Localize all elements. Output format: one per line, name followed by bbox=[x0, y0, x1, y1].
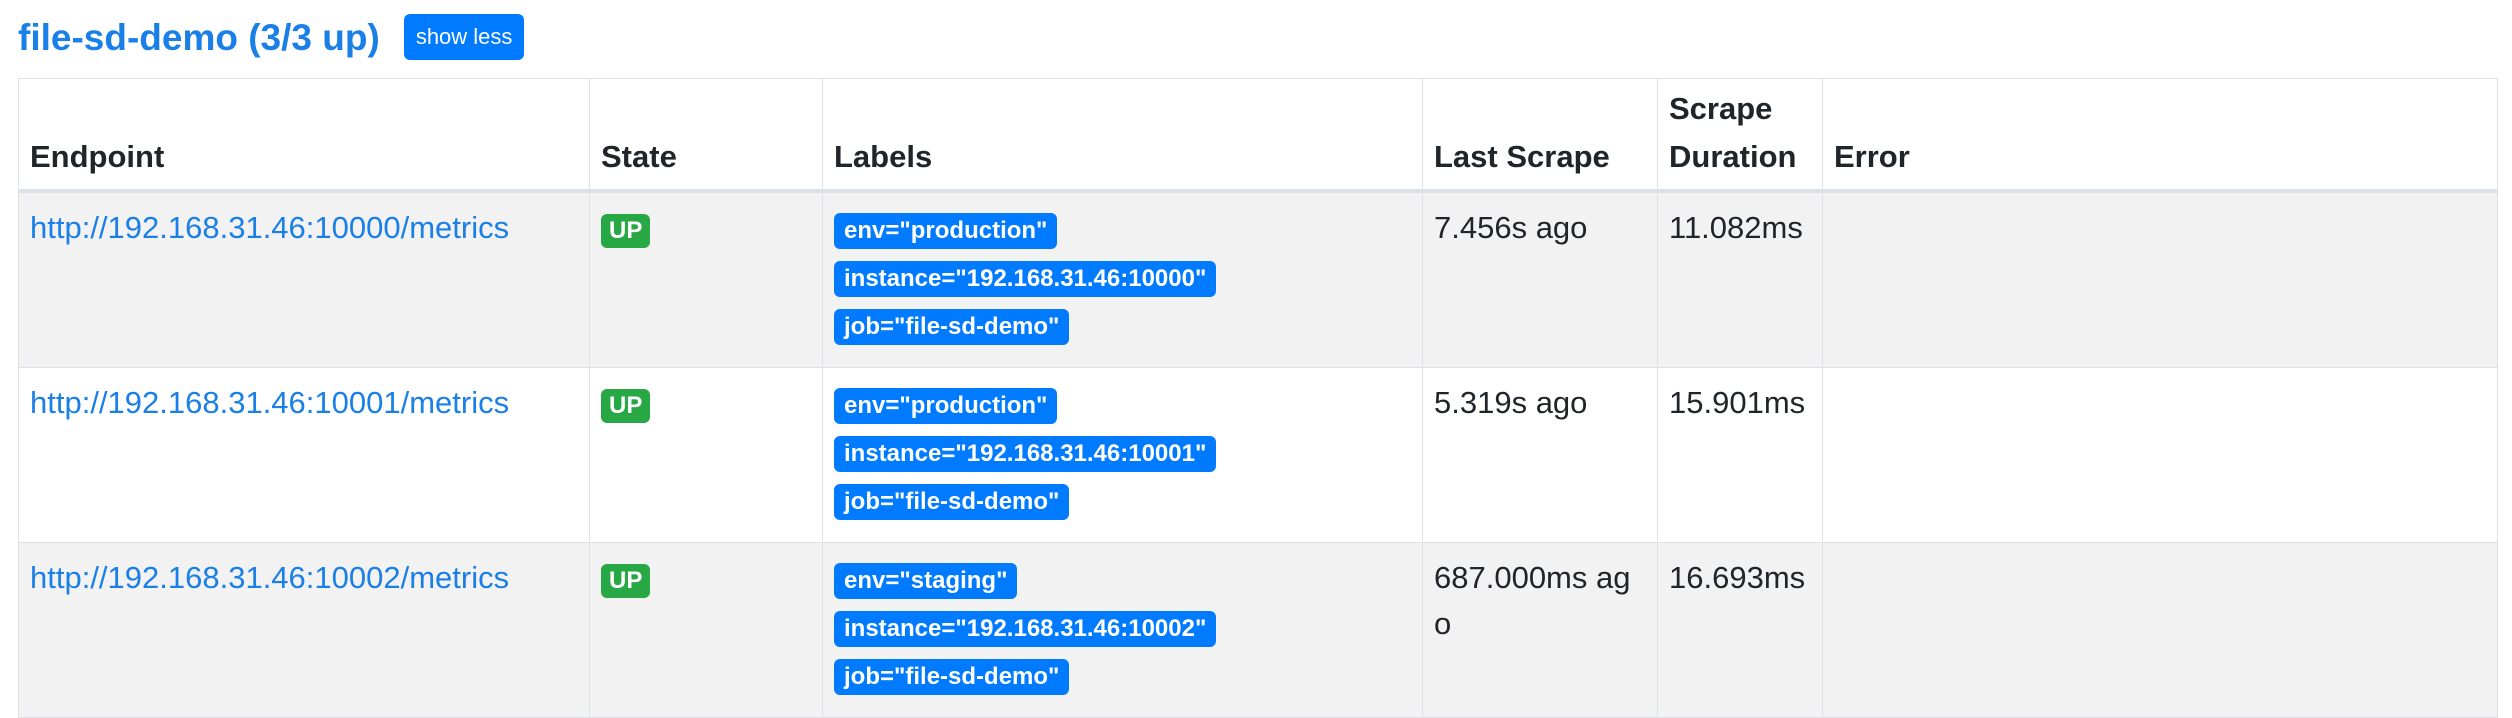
scrape-duration-cell: 16.693ms bbox=[1657, 542, 1823, 718]
column-header-scrape-duration: Scrape Duration bbox=[1657, 78, 1823, 193]
error-cell bbox=[1822, 367, 2498, 543]
endpoint-cell: http://192.168.31.46:10002/metrics bbox=[18, 542, 590, 718]
header-row: Endpoint State Labels Last Scrape Scrape… bbox=[18, 78, 2498, 193]
labels-cell: env="production" instance="192.168.31.46… bbox=[822, 367, 1423, 543]
error-cell bbox=[1822, 190, 2498, 368]
labels-cell: env="production" instance="192.168.31.46… bbox=[822, 190, 1423, 368]
scrape-duration-header-line2: Duration bbox=[1669, 139, 1797, 174]
job-title-link[interactable]: file-sd-demo (3/3 up) bbox=[18, 19, 380, 56]
last-scrape-cell: 5.319s ago bbox=[1422, 367, 1658, 543]
endpoint-cell: http://192.168.31.46:10000/metrics bbox=[18, 190, 590, 368]
label-badge-instance: instance="192.168.31.46:10000" bbox=[834, 261, 1217, 297]
show-less-button[interactable]: show less bbox=[403, 14, 525, 60]
scrape-duration-cell: 15.901ms bbox=[1657, 367, 1823, 543]
label-badge-env: env="staging" bbox=[834, 563, 1018, 599]
label-badge-job: job="file-sd-demo" bbox=[834, 484, 1070, 520]
last-scrape-cell: 7.456s ago bbox=[1422, 190, 1658, 368]
column-header-last-scrape: Last Scrape bbox=[1422, 78, 1658, 193]
job-header: file-sd-demo (3/3 up) show less bbox=[18, 12, 525, 62]
label-badge-env: env="production" bbox=[834, 388, 1058, 424]
table-body: http://192.168.31.46:10000/metrics UP en… bbox=[18, 190, 2498, 718]
state-cell: UP bbox=[589, 542, 823, 718]
label-badge-instance: instance="192.168.31.46:10001" bbox=[834, 436, 1217, 472]
scrape-duration-header-line1: Scrape bbox=[1669, 91, 1773, 126]
column-header-endpoint: Endpoint bbox=[18, 78, 590, 193]
column-header-state: State bbox=[589, 78, 823, 193]
state-badge: UP bbox=[601, 214, 651, 248]
endpoint-link[interactable]: http://192.168.31.46:10002/metrics bbox=[30, 560, 509, 595]
table-row: http://192.168.31.46:10000/metrics UP en… bbox=[18, 190, 2498, 368]
label-badge-env: env="production" bbox=[834, 213, 1058, 249]
column-header-labels: Labels bbox=[822, 78, 1423, 193]
last-scrape-cell: 687.000ms ago bbox=[1422, 542, 1658, 718]
state-badge: UP bbox=[601, 564, 651, 598]
label-badge-job: job="file-sd-demo" bbox=[834, 659, 1070, 695]
label-badge-job: job="file-sd-demo" bbox=[834, 309, 1070, 345]
scrape-duration-cell: 11.082ms bbox=[1657, 190, 1823, 368]
endpoint-link[interactable]: http://192.168.31.46:10000/metrics bbox=[30, 210, 509, 245]
state-cell: UP bbox=[589, 367, 823, 543]
table-row: http://192.168.31.46:10001/metrics UP en… bbox=[18, 367, 2498, 543]
table-header: Endpoint State Labels Last Scrape Scrape… bbox=[18, 78, 2498, 193]
state-badge: UP bbox=[601, 389, 651, 423]
error-cell bbox=[1822, 542, 2498, 718]
label-badge-instance: instance="192.168.31.46:10002" bbox=[834, 611, 1217, 647]
targets-table: Endpoint State Labels Last Scrape Scrape… bbox=[18, 78, 2498, 718]
endpoint-link[interactable]: http://192.168.31.46:10001/metrics bbox=[30, 385, 509, 420]
column-header-error: Error bbox=[1822, 78, 2498, 193]
table-row: http://192.168.31.46:10002/metrics UP en… bbox=[18, 542, 2498, 718]
labels-cell: env="staging" instance="192.168.31.46:10… bbox=[822, 542, 1423, 718]
state-cell: UP bbox=[589, 190, 823, 368]
endpoint-cell: http://192.168.31.46:10001/metrics bbox=[18, 367, 590, 543]
